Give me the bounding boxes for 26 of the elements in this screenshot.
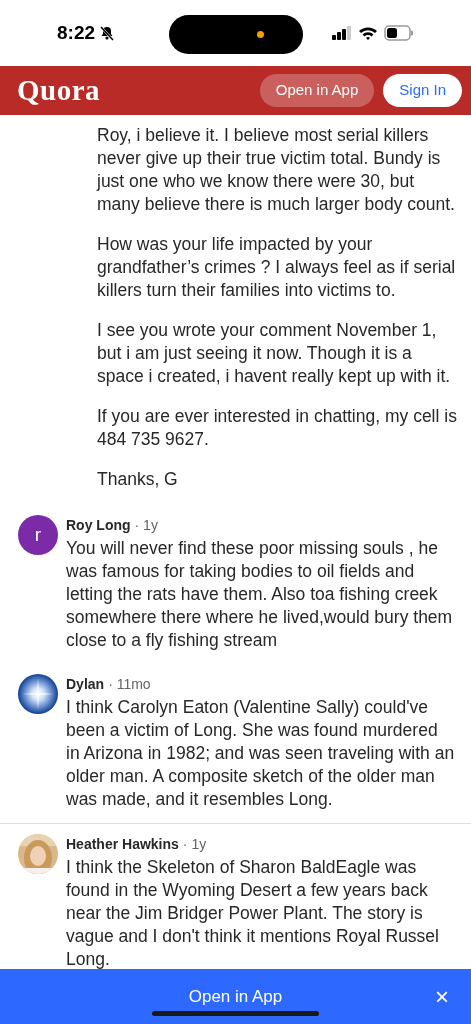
reply-paragraph: I see you wrote your comment November 1, but i am just seeing it now. Though it is a space i created, i havent really kept up with it. bbox=[97, 319, 452, 388]
close-button[interactable]: × bbox=[435, 984, 449, 1009]
reply-paragraph: If you are ever interested in chatting, my cell is 484 735 9627. bbox=[97, 405, 458, 451]
reply-paragraph: Roy, i believe it. I believe most serial killers never give up their true victim total. Bundy is just one who we know there were 30, but many believe there is much larger body count. bbox=[97, 124, 456, 216]
comment-text: You will never find these poor missing souls , he was famous for taking bodies to oil fields and letting the rats have them. Also toa fishing creek somewhere there where he lived,would bury them close to a fly fishing stream bbox=[66, 537, 454, 652]
author-name[interactable]: Dylan bbox=[66, 674, 105, 695]
quora-logo[interactable]: Quora bbox=[17, 68, 101, 113]
sign-in-button[interactable]: Sign In bbox=[383, 74, 462, 107]
battery-icon bbox=[384, 25, 414, 41]
comment-text: I think Carolyn Eaton (Valentine Sally) could've been a victim of Long. She was found murdered in Arizona in 1982; and was seen traveling with an older man. A composite sketch of the older man was made, and it resembles Long. bbox=[66, 696, 455, 811]
author-name[interactable]: Roy Long bbox=[66, 515, 131, 536]
comment-time[interactable]: · 1y bbox=[182, 834, 207, 855]
avatar[interactable] bbox=[18, 674, 58, 714]
comment-time[interactable]: · 1y bbox=[134, 515, 158, 536]
clock-time: 8:22 bbox=[57, 20, 96, 45]
open-in-app-link[interactable]: Open in App bbox=[188, 983, 283, 1010]
open-in-app-button[interactable]: Open in App bbox=[259, 74, 375, 107]
wifi-icon bbox=[358, 26, 378, 40]
muted-bell-icon bbox=[99, 25, 116, 41]
signal-icon bbox=[332, 26, 352, 40]
avatar[interactable]: r bbox=[18, 515, 58, 555]
reply-paragraph: How was your life impacted by your grandfather’s crimes ? I always feel as if serial killers turn their families into victims to. bbox=[97, 233, 457, 302]
comment-text: I think the Skeleton of Sharon BaldEagle was found in the Wyoming Desert a few years back near the Jim Bridger Power Plant. The story is vague and I don't think it mentions Royal Russel Long. bbox=[66, 856, 440, 971]
reply-paragraph: Thanks, G bbox=[97, 468, 179, 491]
author-name[interactable]: Heather Hawkins bbox=[66, 834, 179, 855]
comment-time[interactable]: · 11mo bbox=[108, 674, 151, 695]
